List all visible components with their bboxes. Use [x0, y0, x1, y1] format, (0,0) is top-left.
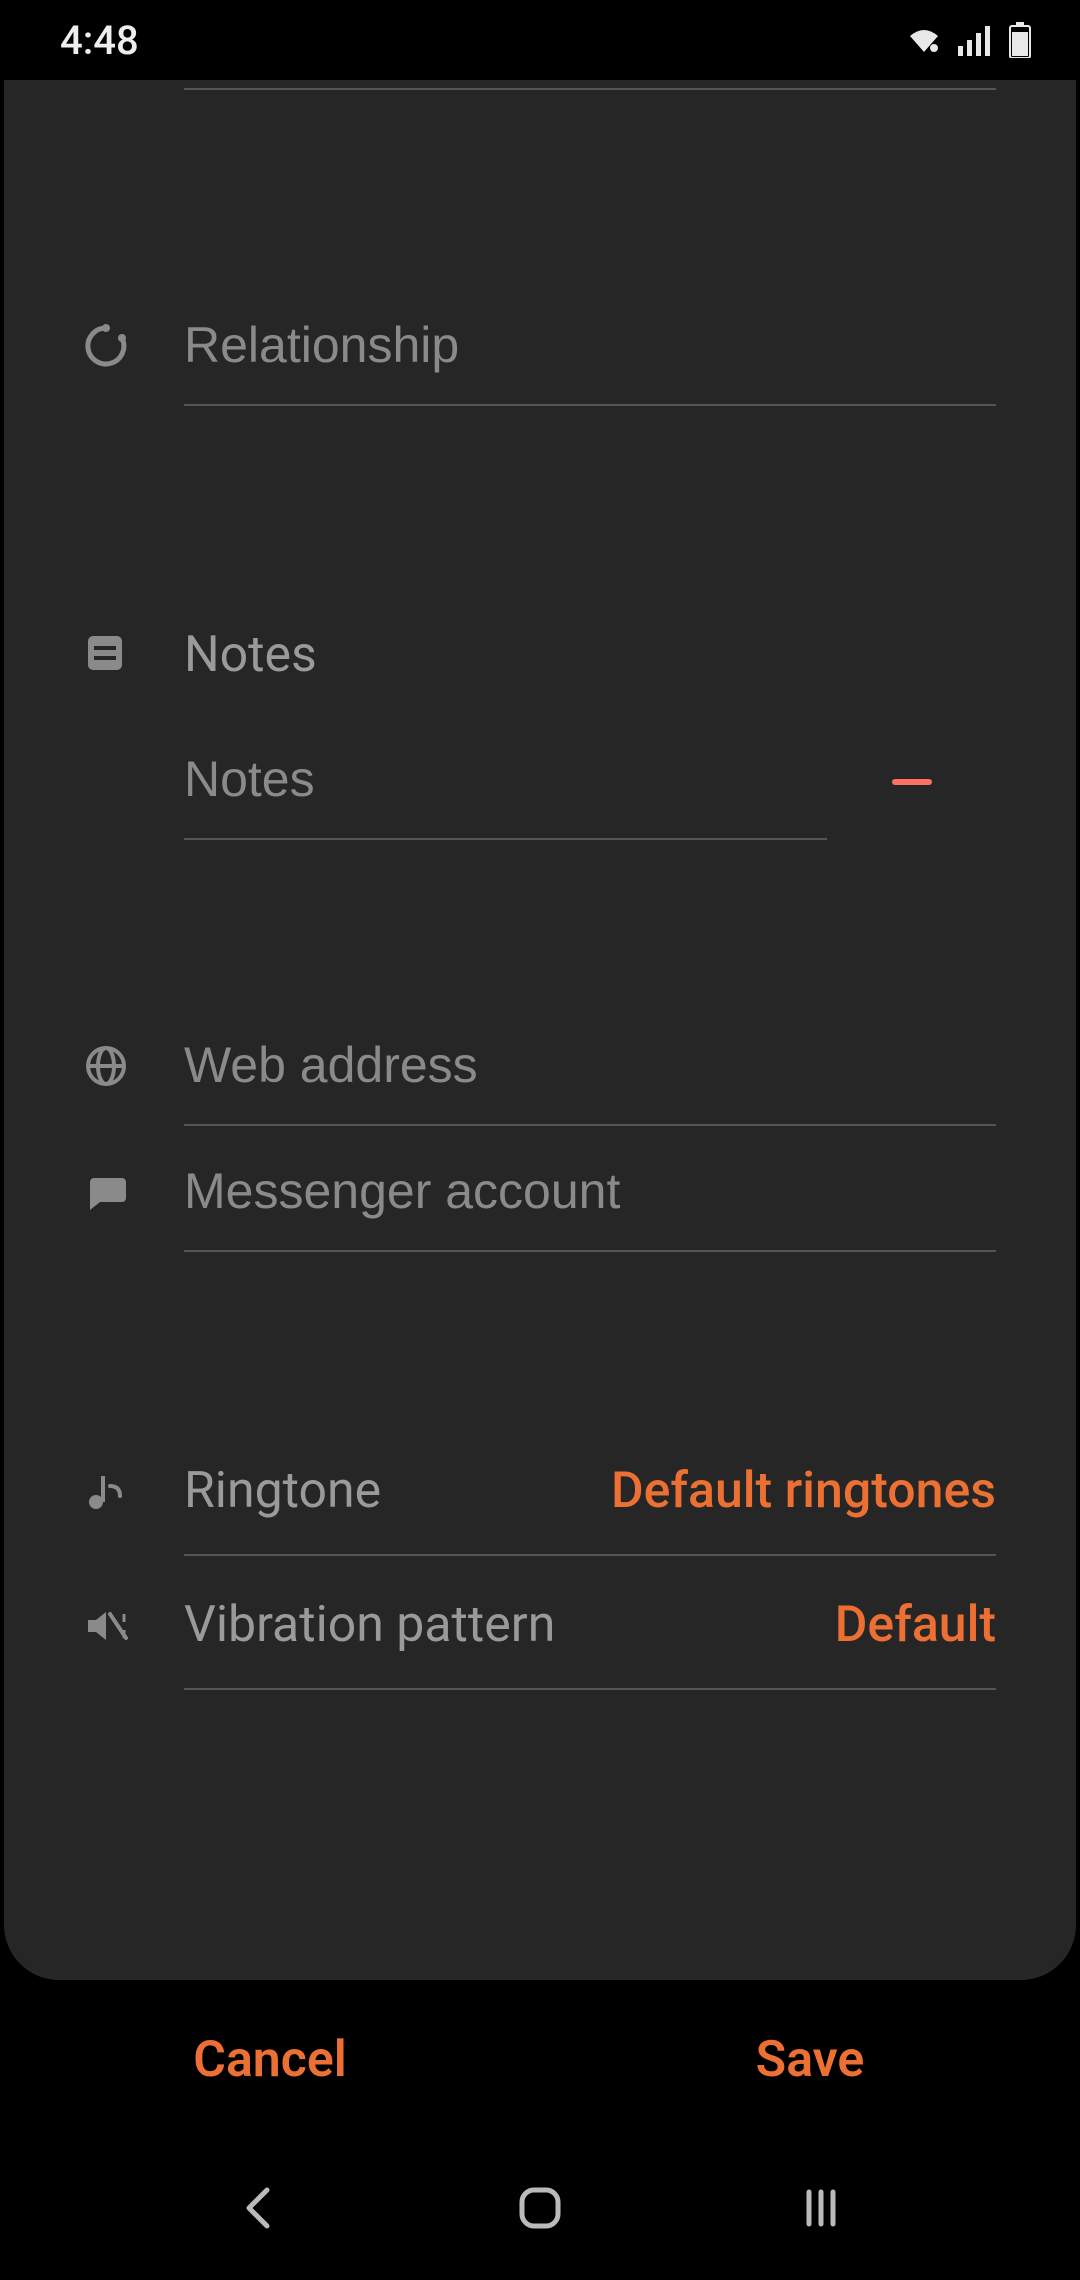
notes-field-row: [184, 724, 996, 840]
remove-notes-button[interactable]: [827, 742, 996, 822]
relationship-icon: [84, 324, 128, 372]
action-bar: Cancel Save: [0, 1980, 1080, 2140]
minus-icon: [892, 779, 932, 785]
vibration-label: Vibration pattern: [184, 1596, 555, 1654]
ringtone-value: Default ringtones: [611, 1462, 996, 1520]
status-bar: 4:48: [0, 0, 1080, 80]
chat-bubble-icon: [84, 1170, 128, 1218]
status-icons: [904, 22, 1032, 58]
save-button[interactable]: Save: [540, 1980, 1080, 2140]
cancel-button[interactable]: Cancel: [0, 1980, 540, 2140]
system-nav-bar: [0, 2140, 1080, 2280]
notes-icon: [84, 632, 126, 678]
notes-input[interactable]: [184, 724, 827, 840]
contact-edit-form: Notes: [4, 80, 1076, 1980]
recent-apps-button[interactable]: [797, 2184, 845, 2236]
messenger-input[interactable]: [184, 1136, 996, 1252]
home-button[interactable]: [514, 2182, 566, 2238]
previous-field-divider: [184, 80, 996, 90]
notes-section-label: Notes: [184, 606, 317, 704]
battery-icon: [1008, 22, 1032, 58]
back-button[interactable]: [235, 2184, 283, 2236]
ringtone-label: Ringtone: [184, 1462, 381, 1520]
music-note-icon: [84, 1470, 128, 1518]
relationship-input[interactable]: [184, 290, 996, 406]
notes-header-row: Notes: [84, 606, 996, 704]
messenger-row: [84, 1136, 996, 1252]
wifi-icon: [904, 24, 944, 56]
status-time: 4:48: [60, 17, 139, 64]
globe-icon: [84, 1044, 128, 1092]
web-address-input[interactable]: [184, 1010, 996, 1126]
vibration-mute-icon: [84, 1604, 130, 1652]
vibration-row[interactable]: Vibration pattern Default: [84, 1566, 996, 1690]
vibration-value: Default: [835, 1596, 996, 1654]
web-address-row: [84, 1010, 996, 1126]
cellular-signal-icon: [958, 24, 994, 56]
ringtone-row[interactable]: Ringtone Default ringtones: [84, 1432, 996, 1556]
relationship-row: [84, 290, 996, 406]
